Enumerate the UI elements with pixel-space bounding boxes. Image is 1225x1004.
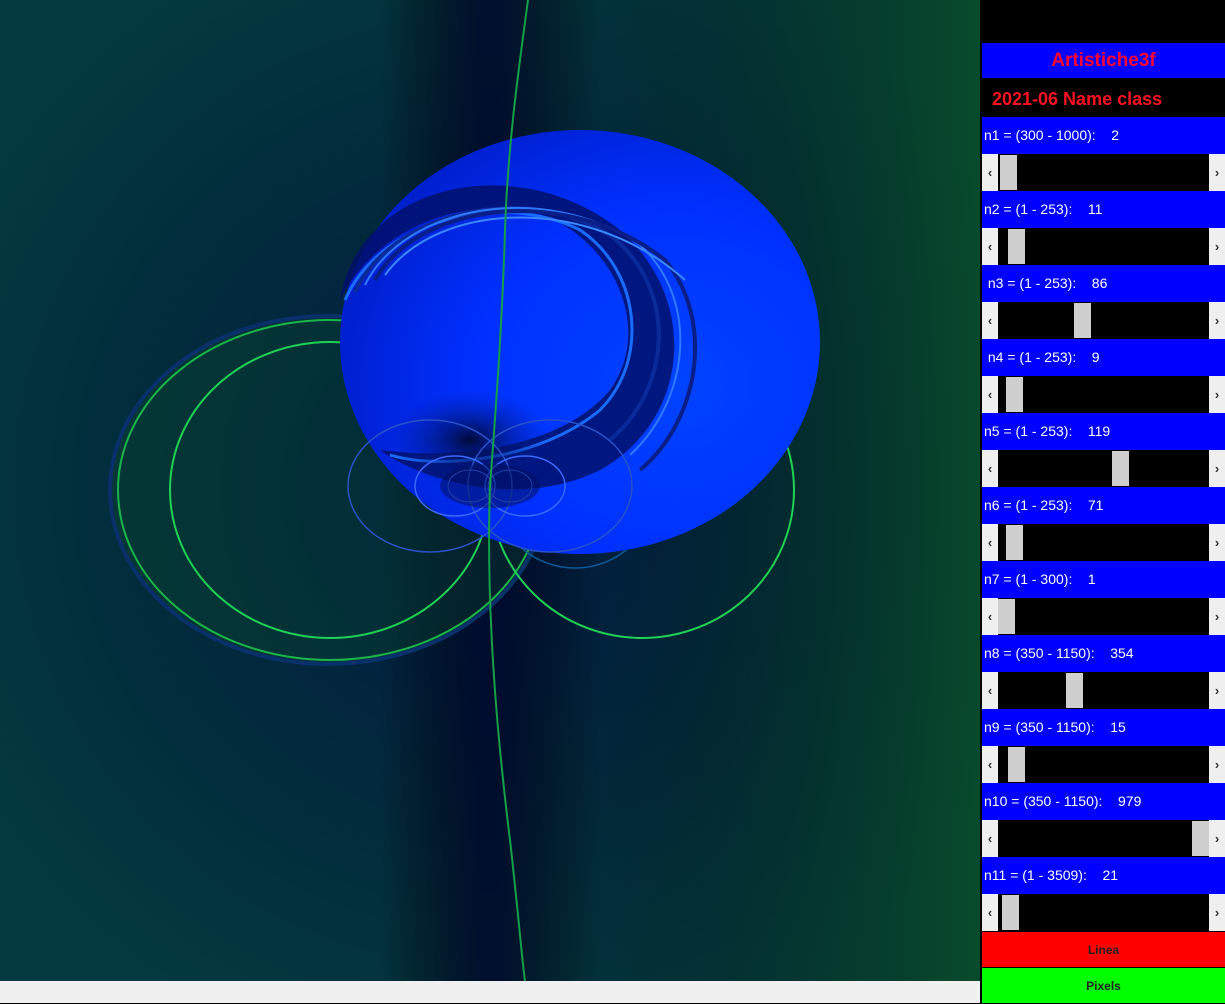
param-gap <box>1096 127 1112 143</box>
param-name: n10 = (350 - 1150): <box>984 793 1103 809</box>
scroll-right-icon[interactable]: › <box>1209 154 1225 191</box>
param-label-n2: n2 = (1 - 253): 11 <box>982 191 1225 228</box>
scroll-left-icon[interactable]: ‹ <box>982 672 998 709</box>
param-scrollbar-n7[interactable]: ‹ › <box>982 598 1225 635</box>
param-gap <box>1076 275 1092 291</box>
scroll-left-icon[interactable]: ‹ <box>982 598 998 635</box>
param-scrollbar-n6[interactable]: ‹ › <box>982 524 1225 561</box>
scroll-right-icon[interactable]: › <box>1209 524 1225 561</box>
scrollbar-thumb[interactable] <box>1192 821 1209 856</box>
param-gap <box>1076 349 1092 365</box>
param-label-n6: n6 = (1 - 253): 71 <box>982 487 1225 524</box>
param-gap <box>1072 571 1088 587</box>
param-value: 1 <box>1087 571 1096 587</box>
param-label-n7: n7 = (1 - 300): 1 <box>982 561 1225 598</box>
param-name: n11 = (1 - 3509): <box>984 867 1087 883</box>
param-scrollbar-n4[interactable]: ‹ › <box>982 376 1225 413</box>
scroll-right-icon[interactable]: › <box>1209 894 1225 931</box>
param-value: 71 <box>1087 497 1104 513</box>
fractal-canvas[interactable] <box>0 0 980 981</box>
scrollbar-thumb[interactable] <box>1008 747 1025 782</box>
scroll-left-icon[interactable]: ‹ <box>982 894 998 931</box>
scroll-left-icon[interactable]: ‹ <box>982 154 998 191</box>
scrollbar-thumb[interactable] <box>1002 895 1019 930</box>
param-label-n5: n5 = (1 - 253): 119 <box>982 413 1225 450</box>
param-scrollbar-n2[interactable]: ‹ › <box>982 228 1225 265</box>
param-label-n4: n4 = (1 - 253): 9 <box>982 339 1225 376</box>
scroll-left-icon[interactable]: ‹ <box>982 450 998 487</box>
scrollbar-thumb[interactable] <box>998 599 1015 634</box>
app-title: Artistiche3f <box>982 43 1225 78</box>
param-scrollbar-n10[interactable]: ‹ › <box>982 820 1225 857</box>
param-label-n3: n3 = (1 - 253): 86 <box>982 265 1225 302</box>
param-scrollbar-n11[interactable]: ‹ › <box>982 894 1225 931</box>
param-name: n2 = (1 - 253): <box>984 201 1073 217</box>
param-scrollbar-n1[interactable]: ‹ › <box>982 154 1225 191</box>
param-value: 979 <box>1118 793 1142 809</box>
scroll-left-icon[interactable]: ‹ <box>982 376 998 413</box>
param-value: 354 <box>1110 645 1134 661</box>
param-label-n9: n9 = (350 - 1150): 15 <box>982 709 1225 746</box>
param-name: n1 = (300 - 1000): <box>984 127 1096 143</box>
param-name: n6 = (1 - 253): <box>984 497 1073 513</box>
param-name: n4 = (1 - 253): <box>984 349 1077 365</box>
control-panel: Artistiche3f 2021-06 Name class n1 = (30… <box>980 0 1225 1003</box>
param-gap <box>1087 867 1103 883</box>
linea-button[interactable]: Linea <box>982 932 1225 967</box>
scrollbar-thumb[interactable] <box>1066 673 1083 708</box>
param-gap <box>1095 719 1111 735</box>
param-value: 9 <box>1091 349 1100 365</box>
param-value: 86 <box>1091 275 1108 291</box>
scrollbar-thumb[interactable] <box>1074 303 1091 338</box>
app-subtitle: 2021-06 Name class <box>992 89 1163 109</box>
param-scrollbar-n8[interactable]: ‹ › <box>982 672 1225 709</box>
scroll-right-icon[interactable]: › <box>1209 376 1225 413</box>
param-name: n5 = (1 - 253): <box>984 423 1073 439</box>
fractal-image <box>0 0 980 981</box>
scrollbar-thumb[interactable] <box>1000 155 1017 190</box>
param-name: n8 = (350 - 1150): <box>984 645 1095 661</box>
param-label-n1: n1 = (300 - 1000): 2 <box>982 117 1225 154</box>
param-value: 2 <box>1111 127 1120 143</box>
param-gap <box>1102 793 1118 809</box>
scroll-left-icon[interactable]: ‹ <box>982 524 998 561</box>
param-label-n8: n8 = (350 - 1150): 354 <box>982 635 1225 672</box>
scroll-left-icon[interactable]: ‹ <box>982 228 998 265</box>
scrollbar-thumb[interactable] <box>1112 451 1129 486</box>
param-value: 11 <box>1087 201 1103 217</box>
scroll-right-icon[interactable]: › <box>1209 302 1225 339</box>
scrollbar-thumb[interactable] <box>1008 229 1025 264</box>
param-gap <box>1072 423 1088 439</box>
pixels-button[interactable]: Pixels <box>982 968 1225 1003</box>
param-gap <box>1095 645 1111 661</box>
scroll-left-icon[interactable]: ‹ <box>982 746 998 783</box>
param-label-n11: n11 = (1 - 3509): 21 <box>982 857 1225 894</box>
scroll-left-icon[interactable]: ‹ <box>982 302 998 339</box>
param-scrollbar-n9[interactable]: ‹ › <box>982 746 1225 783</box>
param-value: 15 <box>1110 719 1126 735</box>
param-name: n9 = (350 - 1150): <box>984 719 1095 735</box>
param-gap <box>1072 497 1088 513</box>
scrollbar-thumb[interactable] <box>1006 525 1023 560</box>
scroll-right-icon[interactable]: › <box>1209 746 1225 783</box>
scroll-right-icon[interactable]: › <box>1209 672 1225 709</box>
scroll-right-icon[interactable]: › <box>1209 450 1225 487</box>
param-scrollbar-n3[interactable]: ‹ › <box>982 302 1225 339</box>
param-gap <box>1072 201 1088 217</box>
scroll-right-icon[interactable]: › <box>1209 598 1225 635</box>
scroll-right-icon[interactable]: › <box>1209 228 1225 265</box>
param-scrollbar-n5[interactable]: ‹ › <box>982 450 1225 487</box>
scrollbar-thumb[interactable] <box>1006 377 1023 412</box>
param-name: n7 = (1 - 300): <box>984 571 1073 587</box>
canvas-bottom-strip <box>0 981 980 1003</box>
param-label-n10: n10 = (350 - 1150): 979 <box>982 783 1225 820</box>
scroll-left-icon[interactable]: ‹ <box>982 820 998 857</box>
param-value: 119 <box>1087 423 1111 439</box>
param-value: 21 <box>1102 867 1119 883</box>
param-name: n3 = (1 - 253): <box>984 275 1077 291</box>
scroll-right-icon[interactable]: › <box>1209 820 1225 857</box>
